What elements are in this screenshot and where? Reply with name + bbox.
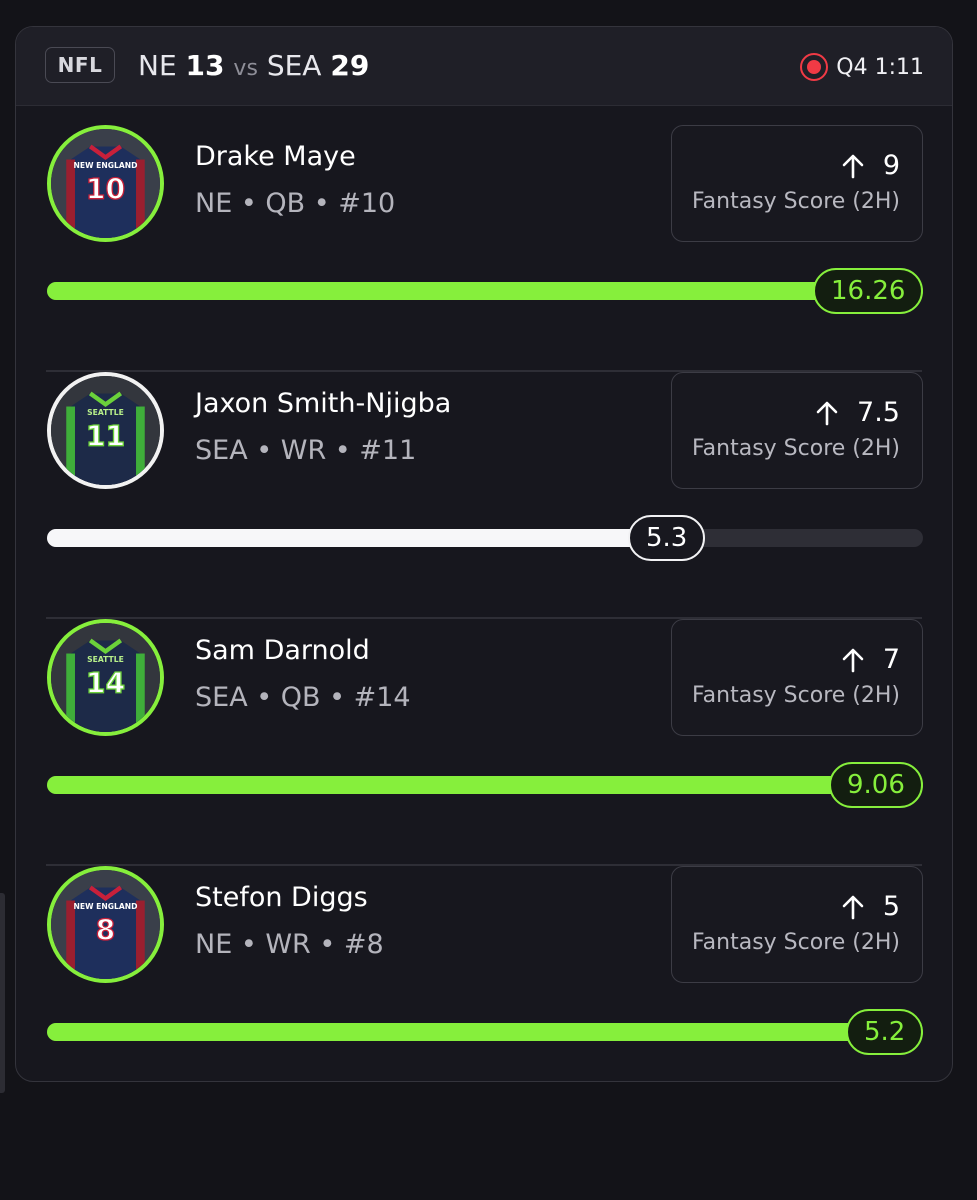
projection-box: 5 Fantasy Score (2H) bbox=[671, 866, 923, 983]
home-score: 29 bbox=[330, 49, 370, 82]
svg-text:NEW ENGLAND: NEW ENGLAND bbox=[74, 902, 138, 911]
projection-box: 7.5 Fantasy Score (2H) bbox=[671, 372, 923, 489]
player-row[interactable]: NEW ENGLAND 8 Stefon Diggs NE • WR • #8 … bbox=[16, 866, 952, 1081]
jersey-icon: NEW ENGLAND 10 bbox=[51, 129, 160, 238]
player-row[interactable]: NEW ENGLAND 10 Drake Maye NE • QB • #10 … bbox=[16, 125, 952, 372]
arrow-up-icon bbox=[841, 894, 865, 920]
progress-fill bbox=[47, 1023, 923, 1041]
current-value-pill: 9.06 bbox=[829, 762, 923, 808]
projection-line-value: 9 bbox=[882, 150, 900, 181]
svg-text:11: 11 bbox=[86, 420, 125, 453]
away-score: 13 bbox=[185, 49, 225, 82]
progress-track: 9.06 bbox=[47, 762, 923, 808]
player-jersey-avatar: SEATTLE 11 bbox=[47, 372, 164, 489]
player-row[interactable]: SEATTLE 14 Sam Darnold SEA • QB • #14 7 … bbox=[16, 619, 952, 866]
jersey-icon: SEATTLE 11 bbox=[51, 376, 160, 485]
home-team: SEA bbox=[266, 49, 322, 82]
game-clock: Q4 1:11 bbox=[836, 54, 924, 80]
player-row[interactable]: SEATTLE 11 Jaxon Smith-Njigba SEA • WR •… bbox=[16, 372, 952, 619]
svg-text:SEATTLE: SEATTLE bbox=[87, 408, 124, 417]
svg-text:14: 14 bbox=[86, 667, 125, 700]
player-team-position: SEA • QB • #14 bbox=[195, 682, 411, 713]
live-record-icon bbox=[800, 53, 829, 81]
progress-track: 5.3 bbox=[47, 515, 923, 561]
progress-fill bbox=[47, 282, 923, 300]
game-card: NFL NE 13 vs SEA 29 Q4 1:11 NEW ENGLAND … bbox=[15, 26, 953, 1082]
current-value-pill: 16.26 bbox=[813, 268, 924, 314]
projection-line-value: 7 bbox=[882, 644, 900, 675]
arrow-up-icon bbox=[815, 400, 839, 426]
player-jersey-avatar: NEW ENGLAND 10 bbox=[47, 125, 164, 242]
player-name: Stefon Diggs bbox=[195, 882, 368, 913]
away-team: NE bbox=[138, 49, 177, 82]
jersey-icon: NEW ENGLAND 8 bbox=[51, 870, 160, 979]
player-jersey-avatar: SEATTLE 14 bbox=[47, 619, 164, 736]
league-badge: NFL bbox=[45, 47, 115, 83]
matchup-score: NE 13 vs SEA 29 bbox=[138, 49, 369, 86]
player-name: Sam Darnold bbox=[195, 635, 370, 666]
stat-label: Fantasy Score (2H) bbox=[692, 683, 900, 708]
stat-label: Fantasy Score (2H) bbox=[692, 930, 900, 955]
svg-text:SEATTLE: SEATTLE bbox=[87, 655, 124, 664]
game-header: NFL NE 13 vs SEA 29 Q4 1:11 bbox=[16, 27, 952, 106]
svg-text:8: 8 bbox=[96, 914, 116, 947]
player-team-position: NE • QB • #10 bbox=[195, 188, 396, 219]
side-edge-tab bbox=[0, 893, 5, 1093]
svg-text:NEW ENGLAND: NEW ENGLAND bbox=[74, 161, 138, 170]
projection-box: 9 Fantasy Score (2H) bbox=[671, 125, 923, 242]
player-name: Drake Maye bbox=[195, 141, 356, 172]
projection-line-value: 5 bbox=[882, 891, 900, 922]
player-team-position: SEA • WR • #11 bbox=[195, 435, 417, 466]
projection-box: 7 Fantasy Score (2H) bbox=[671, 619, 923, 736]
progress-track: 5.2 bbox=[47, 1009, 924, 1055]
vs-label: vs bbox=[233, 56, 258, 81]
jersey-icon: SEATTLE 14 bbox=[51, 623, 160, 732]
projection-line-value: 7.5 bbox=[857, 397, 900, 428]
progress-track: 16.26 bbox=[47, 268, 924, 314]
svg-text:10: 10 bbox=[86, 173, 125, 206]
arrow-up-icon bbox=[841, 647, 865, 673]
player-name: Jaxon Smith-Njigba bbox=[195, 388, 452, 419]
progress-fill bbox=[47, 529, 666, 547]
live-indicator: Q4 1:11 bbox=[800, 52, 924, 82]
arrow-up-icon bbox=[841, 153, 865, 179]
stat-label: Fantasy Score (2H) bbox=[692, 436, 900, 461]
current-value-pill: 5.2 bbox=[846, 1009, 924, 1055]
player-jersey-avatar: NEW ENGLAND 8 bbox=[47, 866, 164, 983]
stat-label: Fantasy Score (2H) bbox=[692, 189, 900, 214]
player-team-position: NE • WR • #8 bbox=[195, 929, 384, 960]
current-value-pill: 5.3 bbox=[628, 515, 706, 561]
progress-fill bbox=[47, 776, 923, 794]
